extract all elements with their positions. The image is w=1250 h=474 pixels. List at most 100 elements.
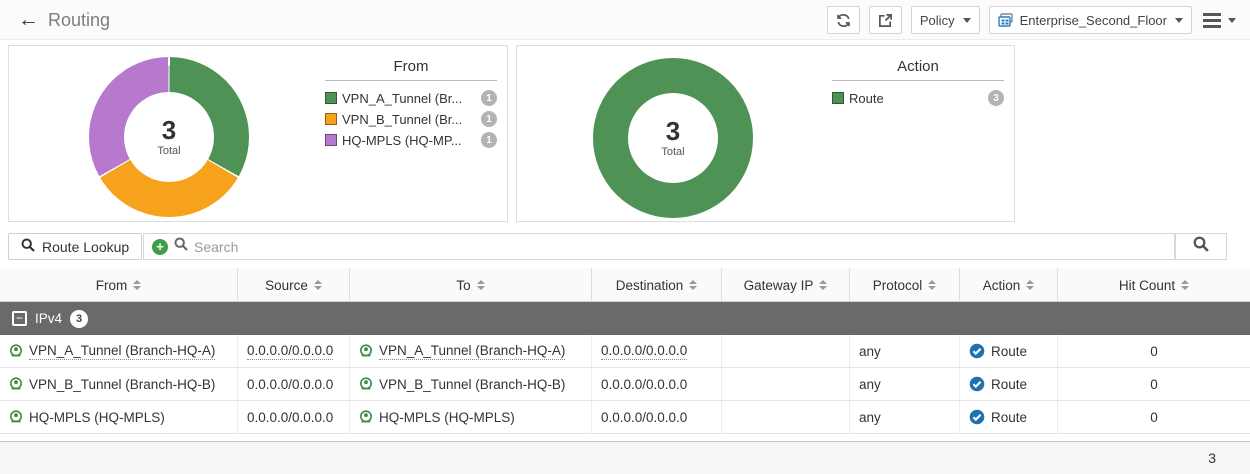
legend-swatch-icon: [325, 113, 337, 125]
legend-title: Action: [832, 58, 1004, 81]
donut-total-value: 3: [162, 117, 176, 143]
policy-dropdown[interactable]: Policy: [911, 6, 980, 34]
hit-count-cell: 0: [1058, 401, 1250, 433]
hit-count-value: 0: [1150, 344, 1158, 359]
to-cell: VPN_B_Tunnel (Branch-HQ-B): [350, 368, 592, 400]
search-bar[interactable]: +: [143, 233, 1175, 260]
search-icon: [1193, 236, 1209, 257]
source-link[interactable]: 0.0.0.0/0.0.0.0: [247, 409, 333, 426]
column-header[interactable]: Hit Count: [1058, 268, 1250, 302]
ipv4-group-row[interactable]: − IPv4 3: [0, 302, 1250, 335]
legend-item-label: Route: [849, 91, 983, 106]
legend-item[interactable]: VPN_A_Tunnel (Br... 1: [325, 90, 497, 106]
hit-count-cell: 0: [1058, 368, 1250, 400]
tunnel-interface-icon: [359, 377, 373, 391]
from-link[interactable]: HQ-MPLS (HQ-MPLS): [29, 409, 165, 426]
action-legend: Action Route 3: [832, 58, 1004, 106]
hamburger-menu-button[interactable]: [1201, 13, 1238, 28]
column-header[interactable]: From: [0, 268, 238, 302]
hit-count-cell: 0: [1058, 335, 1250, 367]
legend-item-label: VPN_B_Tunnel (Br...: [342, 112, 476, 127]
legend-item-label: VPN_A_Tunnel (Br...: [342, 91, 476, 106]
search-input[interactable]: [194, 239, 1166, 255]
column-header-label: Destination: [616, 278, 684, 293]
source-cell: 0.0.0.0/0.0.0.0: [238, 401, 350, 433]
table-row[interactable]: VPN_A_Tunnel (Branch-HQ-A) 0.0.0.0/0.0.0…: [0, 335, 1250, 368]
route-lookup-button[interactable]: Route Lookup: [8, 233, 142, 260]
sort-icon: [314, 280, 322, 290]
destination-cell: 0.0.0.0/0.0.0.0: [592, 335, 722, 367]
source-link[interactable]: 0.0.0.0/0.0.0.0: [247, 342, 333, 360]
column-header-label: Source: [265, 278, 308, 293]
device-selector-dropdown[interactable]: Enterprise_Second_Floor: [989, 6, 1192, 34]
sort-icon: [1026, 280, 1034, 290]
destination-link[interactable]: 0.0.0.0/0.0.0.0: [601, 342, 687, 360]
column-header[interactable]: Protocol: [850, 268, 960, 302]
tunnel-interface-icon: [9, 410, 23, 424]
action-donut-chart[interactable]: 3 Total: [593, 58, 753, 218]
status-footer: 3: [0, 441, 1250, 474]
protocol-value: any: [859, 410, 881, 425]
column-header[interactable]: Source: [238, 268, 350, 302]
top-bar-actions: Policy Enterprise_Second_Floor: [827, 6, 1238, 34]
legend-swatch-icon: [832, 92, 844, 104]
tunnel-interface-icon: [9, 344, 23, 358]
top-bar: ← Routing Policy Enterprise_Se: [0, 0, 1250, 40]
legend-item[interactable]: HQ-MPLS (HQ-MP... 1: [325, 132, 497, 148]
column-header-label: Protocol: [873, 278, 923, 293]
from-link[interactable]: VPN_B_Tunnel (Branch-HQ-B): [29, 376, 215, 393]
legend-item[interactable]: Route 3: [832, 90, 1004, 106]
destination-link[interactable]: 0.0.0.0/0.0.0.0: [601, 409, 687, 426]
from-legend: From VPN_A_Tunnel (Br... 1 VPN_B_Tunnel …: [325, 58, 497, 148]
legend-item[interactable]: VPN_B_Tunnel (Br... 1: [325, 111, 497, 127]
chevron-down-icon: [1175, 18, 1183, 23]
gateway-ip-cell: [722, 335, 850, 367]
action-cell: Route: [960, 335, 1058, 367]
table-row[interactable]: VPN_B_Tunnel (Branch-HQ-B) 0.0.0.0/0.0.0…: [0, 368, 1250, 401]
from-donut-chart[interactable]: 3 Total: [89, 57, 249, 217]
sort-icon: [819, 280, 827, 290]
route-lookup-label: Route Lookup: [42, 239, 129, 255]
column-header-label: To: [456, 278, 470, 293]
table-bottom-strip: [0, 434, 1250, 441]
hit-count-value: 0: [1150, 410, 1158, 425]
column-header[interactable]: To: [350, 268, 592, 302]
source-link[interactable]: 0.0.0.0/0.0.0.0: [247, 376, 333, 393]
action-value: Route: [991, 410, 1027, 425]
table-header-row: From Source To Destination Gateway IP Pr…: [0, 268, 1250, 302]
legend-swatch-icon: [325, 92, 337, 104]
column-header[interactable]: Destination: [592, 268, 722, 302]
destination-link[interactable]: 0.0.0.0/0.0.0.0: [601, 376, 687, 393]
donut-total-label: Total: [157, 145, 180, 157]
table-row[interactable]: HQ-MPLS (HQ-MPLS) 0.0.0.0/0.0.0.0 HQ-MPL…: [0, 401, 1250, 434]
gateway-ip-cell: [722, 401, 850, 433]
filter-toolbar: Route Lookup +: [0, 233, 1250, 260]
column-header[interactable]: Gateway IP: [722, 268, 850, 302]
to-link[interactable]: HQ-MPLS (HQ-MPLS): [379, 409, 515, 426]
collapse-icon[interactable]: −: [12, 311, 27, 326]
export-button[interactable]: [869, 6, 902, 34]
to-link[interactable]: VPN_A_Tunnel (Branch-HQ-A): [379, 342, 565, 360]
legend-count-badge: 1: [481, 90, 497, 106]
route-action-icon: [969, 343, 985, 359]
search-submit-button[interactable]: [1175, 233, 1227, 260]
refresh-button[interactable]: [827, 6, 860, 34]
to-link[interactable]: VPN_B_Tunnel (Branch-HQ-B): [379, 376, 565, 393]
policy-dropdown-label: Policy: [920, 13, 955, 28]
back-arrow-icon[interactable]: ←: [18, 8, 39, 32]
legend-count-badge: 1: [481, 111, 497, 127]
tunnel-interface-icon: [9, 377, 23, 391]
from-cell: HQ-MPLS (HQ-MPLS): [0, 401, 238, 433]
to-cell: VPN_A_Tunnel (Branch-HQ-A): [350, 335, 592, 367]
add-filter-icon[interactable]: +: [152, 239, 168, 255]
route-action-icon: [969, 376, 985, 392]
column-header[interactable]: Action: [960, 268, 1058, 302]
legend-item-label: HQ-MPLS (HQ-MP...: [342, 133, 476, 148]
from-link[interactable]: VPN_A_Tunnel (Branch-HQ-A): [29, 342, 215, 360]
table-body: VPN_A_Tunnel (Branch-HQ-A) 0.0.0.0/0.0.0…: [0, 335, 1250, 434]
chevron-down-icon: [1228, 18, 1236, 23]
action-cell: Route: [960, 401, 1058, 433]
protocol-value: any: [859, 377, 881, 392]
group-count-badge: 3: [70, 310, 88, 328]
donut-center: 3 Total: [124, 92, 214, 182]
